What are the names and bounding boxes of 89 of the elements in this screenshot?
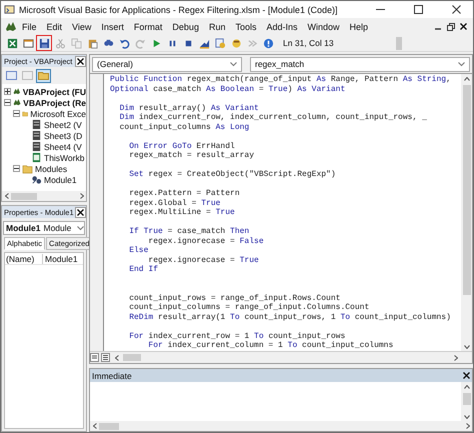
tree-item[interactable]: Module1 bbox=[44, 174, 77, 184]
project-explorer-icon[interactable] bbox=[213, 36, 227, 50]
folder-icon[interactable] bbox=[37, 70, 50, 82]
code-line: regex.Global = True bbox=[128, 198, 220, 208]
maximize-icon[interactable] bbox=[414, 5, 422, 14]
scroll-thumb[interactable] bbox=[462, 393, 470, 405]
tree-item[interactable]: Sheet4 (V bbox=[44, 142, 82, 152]
menu-item[interactable]: Tools bbox=[230, 22, 262, 32]
vba-icon[interactable] bbox=[5, 20, 17, 32]
tree-item[interactable]: Sheet3 (D bbox=[44, 130, 82, 140]
procedure-dropdown[interactable]: regex_match bbox=[250, 56, 470, 72]
code-line: Optional case_match As Boolean = True) As Variant bbox=[110, 84, 346, 94]
code-line: regex.Pattern = Pattern bbox=[128, 189, 240, 198]
scroll-thumb[interactable] bbox=[462, 85, 470, 295]
dropdown-icon[interactable] bbox=[458, 62, 465, 66]
scroll-thumb[interactable] bbox=[99, 422, 119, 430]
pane-title: Immediate bbox=[92, 370, 133, 380]
menu-item[interactable]: Window bbox=[302, 22, 345, 32]
collapse-toggle[interactable] bbox=[13, 165, 20, 172]
code-line: ReDim result_array(1 To count_input_rows, 1 To count_input_columns) bbox=[128, 312, 451, 322]
close-icon[interactable] bbox=[463, 372, 470, 379]
tree-item[interactable]: VBAProject (FU bbox=[22, 86, 86, 96]
dropdown-icon[interactable] bbox=[77, 226, 84, 230]
collapse-toggle[interactable] bbox=[13, 110, 20, 117]
scroll-up-icon[interactable] bbox=[462, 382, 471, 391]
code-line: count_input_columns As Long bbox=[118, 122, 250, 132]
code-line: Public Function regex_match(range_of_input As Range, Pattern As String, bbox=[110, 75, 451, 84]
menu-item[interactable]: Edit bbox=[42, 22, 68, 32]
tree-item[interactable]: Microsoft Exce bbox=[30, 108, 86, 118]
restore-icon[interactable] bbox=[447, 22, 455, 30]
code-line: Dim index_current_row, index_current_column, count_input_rows, _ bbox=[118, 113, 427, 122]
scroll-left-icon[interactable] bbox=[90, 422, 99, 430]
app-icon bbox=[4, 4, 15, 15]
code-line: count_input_rows = range_of_input.Rows.Count bbox=[128, 294, 340, 302]
save-icon[interactable] bbox=[37, 36, 51, 50]
close-icon[interactable] bbox=[452, 5, 460, 14]
code-line: For index_current_column = 1 To count_input_columns bbox=[147, 341, 394, 350]
cursor-position: Ln 31, Col 13 bbox=[283, 38, 334, 48]
object-dropdown[interactable]: Module1 Module bbox=[3, 221, 85, 235]
expand-toggle[interactable] bbox=[4, 88, 11, 95]
tree-item[interactable]: VBAProject (Re bbox=[23, 98, 86, 108]
code-line: count_input_columns = range_of_input.Columns.Count bbox=[128, 303, 370, 312]
code-line: regex_match = result_array bbox=[128, 151, 254, 160]
tree-item[interactable]: Modules bbox=[35, 164, 68, 174]
folder-icon bbox=[22, 163, 33, 174]
menu-item[interactable]: View bbox=[67, 22, 96, 32]
menu-item[interactable]: Format bbox=[128, 22, 168, 32]
property-name: (Name) bbox=[5, 254, 43, 264]
code-line: regex.ignorecase = True bbox=[147, 256, 259, 264]
menu-item[interactable]: Debug bbox=[167, 22, 204, 32]
project-icon bbox=[13, 97, 22, 108]
sheet-icon bbox=[31, 119, 42, 130]
sheet-icon bbox=[31, 130, 42, 141]
code-line: Else bbox=[128, 246, 148, 255]
spreadsheet-icon[interactable] bbox=[5, 36, 19, 50]
sheet-icon bbox=[31, 141, 42, 152]
code-line: For index_current_row = 1 To count_input_rows bbox=[128, 332, 346, 340]
property-value[interactable]: Module1 bbox=[43, 254, 78, 264]
menu-item[interactable]: File bbox=[17, 22, 42, 32]
workbook-icon bbox=[31, 152, 42, 163]
code-line: If True = case_match Then bbox=[128, 227, 250, 236]
dropdown-icon[interactable] bbox=[230, 62, 237, 66]
code-line: regex.ignorecase = False bbox=[148, 236, 264, 246]
procedure-view-icon[interactable] bbox=[90, 353, 99, 362]
scroll-left-icon[interactable] bbox=[112, 353, 121, 362]
menu-item[interactable]: Insert bbox=[96, 22, 129, 32]
menu-item[interactable]: Run bbox=[204, 22, 230, 32]
scroll-thumb[interactable] bbox=[123, 354, 141, 361]
object-dropdown[interactable]: (General) bbox=[92, 56, 242, 72]
tree-item[interactable]: ThisWorkb bbox=[44, 152, 84, 162]
menu-item[interactable]: Help bbox=[344, 22, 374, 32]
help-icon[interactable] bbox=[261, 36, 275, 50]
view-code-icon[interactable] bbox=[5, 70, 18, 82]
toolbar-grip bbox=[396, 36, 402, 50]
collapse-toggle[interactable] bbox=[4, 99, 11, 106]
module-icon bbox=[31, 174, 42, 185]
code-line: Dim result_array() As Variant bbox=[118, 104, 259, 112]
code-line: regex.MultiLine = True bbox=[128, 208, 235, 217]
scroll-left-icon[interactable] bbox=[2, 192, 11, 200]
tree-item[interactable]: Sheet2 (V bbox=[44, 120, 82, 130]
code-line: On Error GoTo ErrHandl bbox=[128, 142, 235, 150]
window-title: Microsoft Visual Basic for Applications - Regex Filtering.xlsm - [Module1 (Code)] bbox=[19, 4, 338, 14]
close-icon[interactable] bbox=[460, 23, 467, 30]
menu-item[interactable]: Add-Ins bbox=[261, 22, 303, 32]
scroll-thumb[interactable] bbox=[11, 192, 37, 200]
code-line: End If bbox=[128, 265, 158, 274]
code-line: Set regex = CreateObject("VBScript.RegExp") bbox=[128, 170, 336, 179]
module-view-icon[interactable] bbox=[101, 353, 110, 362]
scroll-up-icon[interactable] bbox=[462, 74, 471, 83]
